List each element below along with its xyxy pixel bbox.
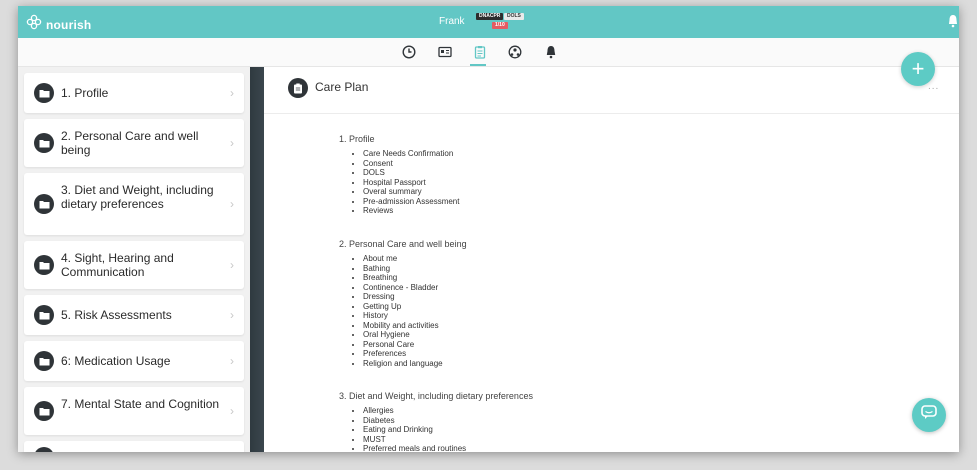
- chevron-right-icon: ›: [230, 404, 234, 418]
- folder-icon: [34, 133, 54, 153]
- clock-icon[interactable]: [402, 45, 416, 59]
- list-item[interactable]: Consent: [363, 159, 459, 169]
- list-item[interactable]: Oral Hygiene: [363, 330, 443, 340]
- sidebar-item-sight-hearing[interactable]: 4. Sight, Hearing and Communication ›: [24, 241, 244, 289]
- list-item[interactable]: Religion and language: [363, 359, 443, 369]
- list-item[interactable]: Preferences: [363, 349, 443, 359]
- resident-name[interactable]: Frank: [439, 16, 465, 27]
- section-title-personal-care: 2. Personal Care and well being: [339, 239, 467, 249]
- sidebar-item-label: 2. Personal Care and well being: [61, 129, 199, 157]
- active-tab-indicator: [470, 64, 486, 66]
- sidebar-item-profile[interactable]: 1. Profile ›: [24, 73, 244, 113]
- chevron-right-icon: ›: [230, 258, 234, 272]
- list-item[interactable]: Diabetes: [363, 416, 466, 426]
- sidebar-item-next[interactable]: [24, 441, 244, 452]
- folder-icon: [34, 83, 54, 103]
- app-window: nourish Frank DNACPR DOLS 1/10 1. Profil…: [18, 6, 959, 452]
- list-item[interactable]: Bathing: [363, 264, 443, 274]
- list-item[interactable]: DOLS: [363, 168, 459, 178]
- care-plan-panel: Care Plan ... 1. Profile Care Needs Conf…: [264, 67, 959, 452]
- list-item[interactable]: History: [363, 311, 443, 321]
- add-button[interactable]: +: [901, 52, 935, 86]
- list-item[interactable]: Care Needs Confirmation: [363, 149, 459, 159]
- sidebar-item-diet-weight[interactable]: 3. Diet and Weight, including dietary pr…: [24, 173, 244, 235]
- notification-bell-icon[interactable]: [947, 14, 959, 33]
- more-options-icon[interactable]: ...: [928, 81, 939, 92]
- folder-icon: [34, 447, 54, 452]
- clipboard-icon[interactable]: [473, 45, 487, 59]
- section-list-diet-weight: Allergies Diabetes Eating and Drinking M…: [349, 406, 466, 452]
- list-item[interactable]: Overal summary: [363, 187, 459, 197]
- sidebar-item-label: 7. Mental State and Cognition: [61, 397, 220, 411]
- list-item[interactable]: Allergies: [363, 406, 466, 416]
- chevron-right-icon: ›: [230, 86, 234, 100]
- chat-support-button[interactable]: [912, 398, 946, 432]
- chevron-right-icon: ›: [230, 136, 234, 150]
- sidebar-item-label: 4. Sight, Hearing and Communication: [61, 251, 174, 279]
- page-title: Care Plan: [315, 80, 369, 94]
- chevron-right-icon: ›: [230, 308, 234, 322]
- list-item[interactable]: Getting Up: [363, 302, 443, 312]
- list-item[interactable]: Eating and Drinking: [363, 425, 466, 435]
- sidebar-item-label: 6: Medication Usage: [61, 354, 171, 368]
- list-item[interactable]: Preferred meals and routines: [363, 444, 466, 452]
- flower-logo-icon: [26, 14, 42, 35]
- sidebar-item-label: 1. Profile: [61, 86, 109, 100]
- section-list-profile: Care Needs Confirmation Consent DOLS Hos…: [349, 149, 459, 216]
- section-title-profile: 1. Profile: [339, 134, 375, 144]
- folder-icon: [34, 351, 54, 371]
- folder-icon: [34, 401, 54, 421]
- chat-bubble-icon: [921, 405, 937, 425]
- sidebar-item-medication-usage[interactable]: 6: Medication Usage ›: [24, 341, 244, 381]
- logo-text: nourish: [46, 17, 92, 32]
- alert-count-badge: 1/10: [492, 22, 508, 29]
- sidebar-item-label: 5. Risk Assessments: [61, 308, 172, 322]
- sidebar-item-label: 3. Diet and Weight, including dietary pr…: [61, 183, 214, 211]
- list-item[interactable]: Mobility and activities: [363, 321, 443, 331]
- list-item[interactable]: Reviews: [363, 206, 459, 216]
- folder-icon: [34, 305, 54, 325]
- sidebar-item-personal-care[interactable]: 2. Personal Care and well being ›: [24, 119, 244, 167]
- sidebar-item-mental-state[interactable]: 7. Mental State and Cognition ›: [24, 387, 244, 435]
- chevron-right-icon: ›: [230, 197, 234, 211]
- dols-badge: DOLS: [504, 13, 524, 20]
- list-item[interactable]: Pre-admission Assessment: [363, 197, 459, 207]
- clipboard-icon: [288, 78, 308, 98]
- people-network-icon[interactable]: [508, 45, 522, 59]
- section-list-personal-care: About me Bathing Breathing Continence - …: [349, 254, 443, 368]
- sidebar-item-risk-assessments[interactable]: 5. Risk Assessments ›: [24, 295, 244, 335]
- list-item[interactable]: About me: [363, 254, 443, 264]
- top-bar: nourish Frank DNACPR DOLS 1/10: [18, 6, 959, 38]
- list-item[interactable]: Personal Care: [363, 340, 443, 350]
- folder-icon: [34, 194, 54, 214]
- toolbar: [18, 38, 959, 67]
- list-item[interactable]: Dressing: [363, 292, 443, 302]
- plus-icon: +: [911, 56, 925, 81]
- care-plan-sidebar: 1. Profile › 2. Personal Care and well b…: [18, 67, 250, 452]
- list-item[interactable]: Breathing: [363, 273, 443, 283]
- list-item[interactable]: MUST: [363, 435, 466, 445]
- folder-icon: [34, 255, 54, 275]
- nourish-logo[interactable]: nourish: [26, 14, 91, 35]
- panel-header: Care Plan ...: [264, 67, 959, 114]
- section-title-diet-weight: 3. Diet and Weight, including dietary pr…: [339, 391, 533, 401]
- id-card-icon[interactable]: [438, 45, 452, 59]
- list-item[interactable]: Continence - Bladder: [363, 283, 443, 293]
- dnacpr-badge: DNACPR: [476, 13, 504, 20]
- panel-divider: [250, 67, 264, 452]
- bell-icon[interactable]: [544, 45, 558, 59]
- list-item[interactable]: Hospital Passport: [363, 178, 459, 188]
- chevron-right-icon: ›: [230, 354, 234, 368]
